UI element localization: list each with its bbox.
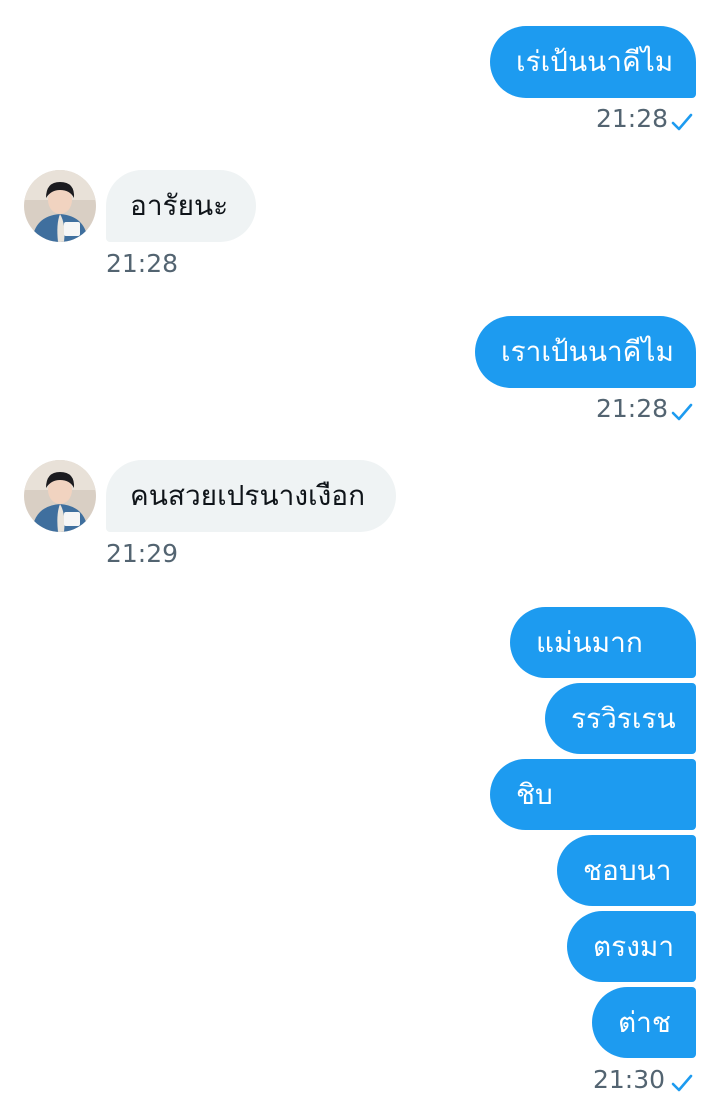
outgoing-message-bubble[interactable]: เร่เป้นนาคีไม [490, 26, 696, 98]
message-text: อารัยนะ [130, 189, 229, 222]
message-text: คนสวยเปรนางเงือก [130, 479, 366, 512]
read-checkmark-icon [671, 403, 693, 421]
message-text: ต่าช [618, 1005, 671, 1039]
incoming-message-bubble[interactable]: คนสวยเปรนางเงือก [106, 460, 396, 532]
outgoing-message-bubble[interactable]: รรวิรเรน [545, 683, 696, 754]
outgoing-message-bubble[interactable]: เราเป้นนาคีไม [475, 316, 696, 388]
outgoing-message-bubble[interactable]: ตรงมา [567, 911, 696, 982]
message-text: เราเป้นนาคีไม [501, 335, 674, 368]
message-timestamp: 21:28 [596, 394, 669, 423]
message-timestamp: 21:29 [106, 539, 179, 568]
message-text: ตรงมา [593, 929, 675, 963]
incoming-message-bubble[interactable]: อารัยนะ [106, 170, 256, 242]
message-text: ชิบ [516, 777, 553, 811]
message-timestamp: 21:28 [106, 249, 179, 278]
contact-avatar[interactable] [24, 170, 96, 242]
message-timestamp: 21:28 [596, 104, 669, 133]
message-text: เร่เป้นนาคีไม [516, 45, 674, 78]
message-text: ชอบนา [583, 853, 672, 887]
message-text: รรวิรเรน [571, 701, 676, 735]
message-text: แม่นมาก [536, 625, 643, 659]
outgoing-message-bubble[interactable]: ชิบ [490, 759, 696, 830]
outgoing-message-bubble[interactable]: แม่นมาก [510, 607, 696, 678]
message-timestamp: 21:30 [593, 1065, 666, 1094]
read-checkmark-icon [671, 1074, 693, 1092]
contact-avatar[interactable] [24, 460, 96, 532]
outgoing-message-bubble[interactable]: ต่าช [592, 987, 696, 1058]
read-checkmark-icon [671, 113, 693, 131]
outgoing-message-bubble[interactable]: ชอบนา [557, 835, 696, 906]
